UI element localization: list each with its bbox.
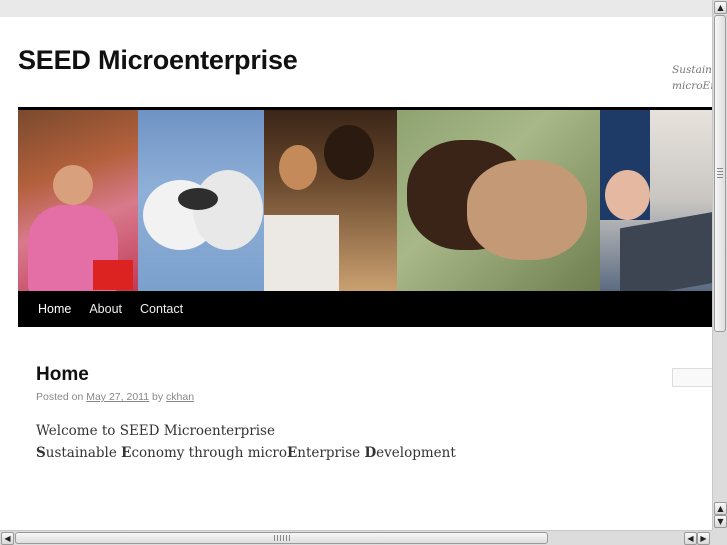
main-navigation: Home About Contact bbox=[18, 291, 712, 327]
banner-panel-gloved-hands bbox=[138, 110, 264, 291]
arrow-left-icon[interactable]: ◀ bbox=[684, 532, 697, 545]
banner-panel-handshake bbox=[397, 110, 600, 291]
arrow-left-icon[interactable]: ◀ bbox=[1, 532, 14, 545]
acronym-letter: E bbox=[121, 445, 132, 461]
text-fragment: nterprise bbox=[297, 445, 365, 461]
post-author-link[interactable]: ckhan bbox=[166, 391, 194, 403]
horizontal-scrollbar[interactable]: ◀ ◀ ▶ bbox=[0, 530, 712, 545]
page: SEED Microenterprise Sustainab microEn bbox=[0, 17, 712, 530]
vertical-scrollbar[interactable]: ▲ ▲ ▼ bbox=[712, 0, 727, 530]
post-meta: Posted on May 27, 2011 by ckhan bbox=[36, 391, 194, 403]
banner-panel-shopkeeper bbox=[18, 110, 138, 291]
text-fragment: ustainable bbox=[45, 445, 122, 461]
search-input[interactable] bbox=[672, 368, 712, 387]
vertical-scrollbar-thumb[interactable] bbox=[714, 15, 726, 332]
acronym-letter: E bbox=[286, 445, 298, 461]
post-content-line-2: Sustainable Economy through microEnterpr… bbox=[36, 442, 456, 464]
header-banner-image[interactable] bbox=[18, 110, 712, 291]
grip-icon bbox=[274, 535, 290, 541]
arrow-up-icon[interactable]: ▲ bbox=[714, 502, 727, 515]
post-meta-by: by bbox=[152, 391, 164, 403]
banner-panel-keyboard bbox=[600, 110, 712, 291]
browser-viewport: SEED Microenterprise Sustainab microEn bbox=[0, 0, 712, 530]
site-title[interactable]: SEED Microenterprise bbox=[18, 45, 298, 76]
arrow-right-icon[interactable]: ▶ bbox=[697, 532, 710, 545]
nav-item-home[interactable]: Home bbox=[18, 302, 80, 316]
site-description: Sustainab microEn bbox=[672, 62, 712, 94]
arrow-up-icon[interactable]: ▲ bbox=[714, 1, 727, 14]
post-content: Welcome to SEED Microenterprise Sustaina… bbox=[36, 420, 456, 464]
post-content-line-1: Welcome to SEED Microenterprise bbox=[36, 423, 275, 439]
nav-item-about[interactable]: About bbox=[80, 302, 131, 316]
post-date-link[interactable]: May 27, 2011 bbox=[86, 391, 149, 403]
acronym-letter: S bbox=[36, 445, 46, 461]
post-meta-prefix: Posted on bbox=[36, 391, 84, 403]
text-fragment: evelopment bbox=[376, 445, 456, 461]
acronym-letter: D bbox=[364, 445, 377, 461]
text-fragment: conomy through micro bbox=[131, 445, 287, 461]
grip-icon bbox=[717, 168, 723, 180]
nav-item-contact[interactable]: Contact bbox=[131, 302, 192, 316]
scrollbar-corner bbox=[712, 530, 727, 545]
banner-panel-people-computer bbox=[264, 110, 397, 291]
horizontal-scrollbar-thumb[interactable] bbox=[15, 532, 548, 544]
site-description-line-2: microEn bbox=[672, 80, 712, 92]
site-description-line-1: Sustainab bbox=[672, 64, 712, 76]
post-title[interactable]: Home bbox=[36, 364, 89, 386]
arrow-down-icon[interactable]: ▼ bbox=[714, 515, 727, 528]
